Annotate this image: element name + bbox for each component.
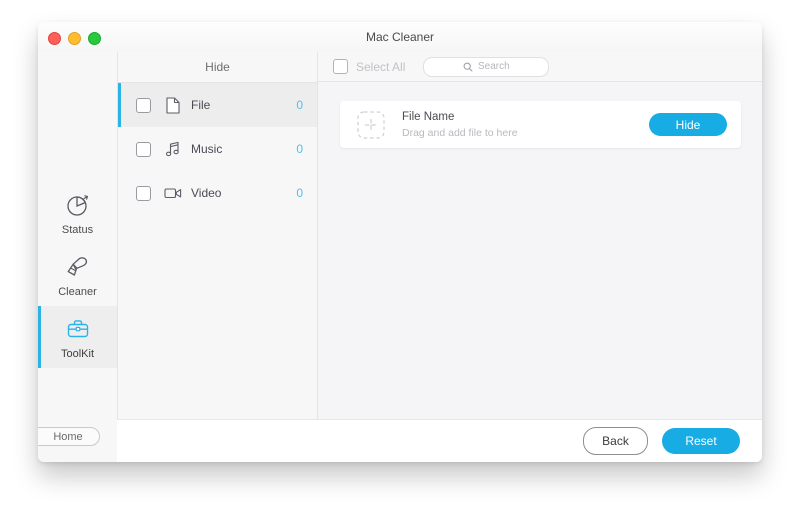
window-title: Mac Cleaner: [365, 30, 435, 44]
sidebar-item-label: ToolKit: [60, 348, 95, 360]
category-count: 0: [296, 142, 303, 156]
category-checkbox[interactable]: [136, 97, 151, 113]
category-row-music[interactable]: Music 0: [118, 127, 317, 171]
home-button[interactable]: Home: [38, 427, 100, 446]
file-drop-card[interactable]: File Name Drag and add file to here Hide: [340, 101, 741, 148]
select-all-control[interactable]: Select All: [333, 59, 405, 74]
reset-button[interactable]: Reset: [662, 428, 740, 454]
drop-card-subtitle: Drag and add file to here: [402, 126, 518, 139]
add-file-dashed-icon[interactable]: [356, 110, 386, 140]
app-root: Mac Cleaner Status Cleaner ToolKit Home …: [0, 0, 800, 512]
hide-button[interactable]: Hide: [649, 113, 727, 136]
search-placeholder: Search: [478, 61, 510, 72]
application-window: Mac Cleaner Status Cleaner ToolKit Home …: [38, 22, 762, 462]
brush-icon: [64, 252, 92, 282]
category-checkbox[interactable]: [136, 141, 151, 157]
sidebar-item-status[interactable]: Status: [38, 182, 117, 244]
search-input[interactable]: Search: [423, 56, 550, 77]
home-button-wrapper: Home: [38, 427, 110, 446]
sidebar-rail-items: Status Cleaner ToolKit: [38, 182, 117, 368]
toolbox-icon: [64, 314, 92, 344]
category-label: Music: [191, 142, 223, 156]
content-panel: Select All Search File Name Drag and add…: [318, 52, 762, 462]
sidebar-rail: Status Cleaner ToolKit Home: [38, 52, 118, 462]
drop-card-area: File Name Drag and add file to here Hide: [318, 82, 762, 148]
category-checkbox[interactable]: [136, 185, 151, 201]
file-icon: [162, 96, 184, 114]
sidebar-item-toolkit[interactable]: ToolKit: [38, 306, 117, 368]
footer-bar: Back Reset: [117, 419, 762, 462]
video-camera-icon: [162, 186, 184, 200]
category-label: File: [191, 98, 211, 112]
category-panel-header: Hide: [118, 52, 317, 83]
sidebar-item-label: Cleaner: [58, 286, 97, 298]
search-icon: [463, 62, 473, 72]
category-label: Video: [191, 186, 222, 200]
sidebar-item-label: Status: [61, 224, 94, 236]
category-row-file[interactable]: File 0: [118, 83, 317, 127]
content-toolbar: Select All Search: [318, 52, 762, 82]
drop-card-texts: File Name Drag and add file to here: [402, 110, 649, 140]
title-bar: Mac Cleaner: [38, 22, 762, 53]
category-panel: Hide File 0 Music 0 Video 0: [118, 52, 318, 462]
select-all-label: Select All: [356, 59, 406, 74]
category-list: File 0 Music 0 Video 0: [118, 83, 317, 215]
music-note-icon: [162, 141, 184, 158]
sidebar-item-cleaner[interactable]: Cleaner: [38, 244, 117, 306]
select-all-checkbox[interactable]: [333, 59, 348, 74]
back-button[interactable]: Back: [583, 427, 648, 455]
category-count: 0: [296, 186, 303, 200]
category-row-video[interactable]: Video 0: [118, 171, 317, 215]
window-body: Status Cleaner ToolKit Home Hide File 0 …: [38, 52, 762, 462]
pie-chart-icon: [65, 190, 91, 220]
drop-card-title: File Name: [402, 110, 455, 123]
category-count: 0: [296, 98, 303, 112]
